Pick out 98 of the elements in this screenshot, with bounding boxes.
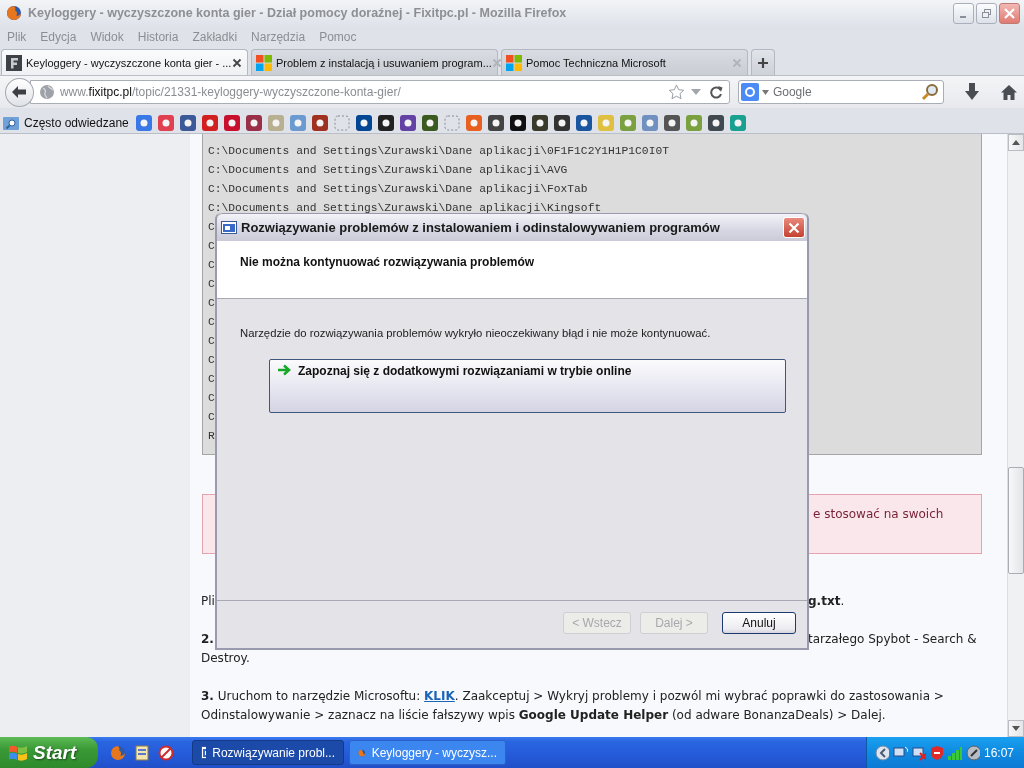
favicon-icon[interactable] bbox=[707, 114, 724, 131]
code-line: C:\Documents and Settings\Zurawski\Dane aplikacji\0F1F1C2Y1H1P1C0I0T bbox=[208, 144, 669, 159]
scroll-up-icon[interactable] bbox=[1012, 140, 1020, 145]
favicon-icon[interactable] bbox=[509, 114, 526, 131]
close-button[interactable] bbox=[999, 2, 1020, 24]
online-solutions-button[interactable]: Zapoznaj się z dodatkowymi rozwiązaniami w trybie online bbox=[269, 359, 786, 413]
menu-item[interactable]: Widok bbox=[85, 30, 130, 44]
new-tab-button[interactable] bbox=[751, 49, 775, 75]
link[interactable]: KLIK bbox=[424, 689, 455, 703]
favicon-icon[interactable] bbox=[531, 114, 548, 131]
favicon-icon[interactable] bbox=[487, 114, 504, 131]
dialog-title: Rozwiązywanie problemów z instalowaniem i odinstalowywaniem programów bbox=[241, 220, 721, 235]
menu-item[interactable]: Narzędzia bbox=[246, 30, 312, 44]
restore-button[interactable] bbox=[976, 2, 997, 24]
paragraph-text: 3. Uruchom to narzędzie Microsoftu: KLIK. Zaakceptuj > Wykryj problemy i pozwól mi wybrać poprawki do zastosowania > Odinstalowywanie > zaznacz na liście fałszywy wpis Google Update Helper (od adware BonanzaDeals) > Dalej. bbox=[201, 688, 945, 724]
code-line: C:\Documents and Settings\Zurawski\Dane aplikacji\AVG bbox=[208, 163, 568, 178]
dropdown-icon[interactable] bbox=[761, 89, 769, 95]
favicon-icon[interactable] bbox=[355, 114, 372, 131]
favicon-icon[interactable] bbox=[575, 114, 592, 131]
menu-item[interactable]: Pomoc bbox=[314, 30, 363, 44]
taskbar-button[interactable]: Keyloggery - wyczysz... bbox=[349, 740, 506, 765]
code-line: C:\Documents and Settings\Zurawski\Dane aplikacji\FoxTab bbox=[208, 182, 588, 197]
favicon-icon[interactable] bbox=[553, 114, 570, 131]
bookmarks-folder-icon[interactable] bbox=[3, 114, 19, 131]
favicon-icon[interactable] bbox=[179, 114, 196, 131]
chevron-icon[interactable] bbox=[875, 744, 890, 761]
clock: 16:07 bbox=[984, 745, 1015, 760]
start-button[interactable]: Start bbox=[0, 737, 98, 768]
code-line: R bbox=[208, 429, 215, 444]
browser-tab[interactable]: Pomoc Techniczna Microsoft bbox=[501, 49, 748, 75]
menu-item[interactable]: Plik bbox=[2, 30, 33, 44]
address-field[interactable]: www.fixitpc.pl/topic/21331-keyloggery-wyczyszczone-konta-gier/ bbox=[29, 80, 730, 104]
scrollbar-thumb[interactable] bbox=[1008, 467, 1024, 574]
home-icon[interactable] bbox=[1000, 83, 1018, 101]
globe-icon bbox=[38, 84, 55, 100]
favicon-icon bbox=[256, 54, 272, 71]
search-engine-icon[interactable] bbox=[740, 83, 759, 101]
favicon-icon bbox=[506, 54, 522, 71]
plus-icon[interactable] bbox=[757, 56, 769, 69]
taskbar-button[interactable]: Rozwiązywanie probl... bbox=[192, 740, 344, 765]
back-arrow-icon[interactable] bbox=[11, 85, 28, 99]
favicon-icon[interactable] bbox=[377, 114, 394, 131]
speaker-icon[interactable] bbox=[965, 744, 980, 761]
minimize-button[interactable] bbox=[953, 2, 974, 24]
favicon-icon[interactable] bbox=[311, 114, 328, 131]
close-icon[interactable] bbox=[232, 57, 242, 68]
code-line: C bbox=[208, 410, 215, 425]
dialog-heading: Nie można kontynuować rozwiązywania problemów bbox=[240, 255, 535, 269]
menu-item[interactable]: Historia bbox=[132, 30, 185, 44]
back-button[interactable] bbox=[5, 77, 34, 107]
flag-icon[interactable] bbox=[8, 743, 28, 762]
favicon-icon[interactable] bbox=[663, 114, 680, 131]
code-line: C bbox=[208, 258, 215, 273]
favicon-icon[interactable] bbox=[245, 114, 262, 131]
star-icon[interactable] bbox=[667, 84, 685, 100]
browser-tab[interactable]: Problem z instalacją i usuwaniem program... bbox=[251, 49, 498, 75]
code-line: C bbox=[208, 334, 215, 349]
paragraph-text: tarzałego Spybot - Search & bbox=[808, 631, 977, 648]
dialog-message: Narzędzie do rozwiązywania problemów wykryło nieoczekiwany błąd i nie może kontynuować. bbox=[240, 327, 712, 339]
window-title: Keyloggery - wyczyszczone konta gier - Dział pomocy doraźnej - Fixitpc.pl - Mozilla Firefox bbox=[28, 6, 568, 20]
code-line: C bbox=[208, 239, 215, 254]
favicon-icon bbox=[6, 54, 22, 71]
blocked-circle-icon[interactable] bbox=[158, 744, 174, 761]
paragraph-text: Pli bbox=[201, 593, 215, 610]
scrollbar[interactable] bbox=[1007, 134, 1024, 737]
dialog-button[interactable]: Anuluj bbox=[722, 611, 796, 634]
network-error-icon[interactable] bbox=[911, 744, 927, 761]
browser-icon bbox=[6, 5, 22, 21]
paragraph-text: Destroy. bbox=[201, 650, 251, 667]
step-number: 2. bbox=[201, 631, 214, 648]
menu-item[interactable]: Zakładki bbox=[187, 30, 244, 44]
arrow-icon bbox=[277, 364, 291, 376]
code-line: C bbox=[208, 372, 215, 387]
menu-item[interactable]: Edycja bbox=[35, 30, 83, 44]
bookmarks-folder[interactable]: Często odwiedzane bbox=[24, 115, 129, 130]
restore-icon[interactable] bbox=[981, 7, 992, 19]
shield-icon[interactable] bbox=[930, 744, 944, 761]
code-line: C bbox=[208, 277, 215, 292]
window-icon bbox=[221, 220, 237, 235]
search-bar[interactable]: Google bbox=[737, 80, 945, 104]
code-line: C bbox=[208, 296, 215, 311]
browser-tab[interactable]: Keyloggery - wyczyszczone konta gier - ... bbox=[1, 49, 248, 75]
document-icon[interactable] bbox=[134, 744, 150, 761]
code-line: C bbox=[208, 220, 215, 235]
code-line: C bbox=[208, 353, 215, 368]
search-field[interactable]: Google bbox=[772, 85, 922, 99]
code-line: C bbox=[208, 391, 215, 406]
paragraph-text: g.txt. bbox=[808, 593, 845, 610]
code-line: C:\Documents and Settings\Zurawski\Dane aplikacji\Kingsoft bbox=[208, 201, 602, 216]
warning-text: e stosować na swoich bbox=[813, 507, 944, 521]
code-line: C bbox=[208, 315, 215, 330]
window-icon bbox=[201, 745, 207, 760]
reload-icon[interactable] bbox=[708, 85, 723, 99]
download-icon[interactable] bbox=[964, 83, 981, 101]
search-icon[interactable] bbox=[921, 83, 940, 101]
scroll-down-icon[interactable] bbox=[1012, 726, 1020, 731]
favicon-icon[interactable] bbox=[399, 114, 416, 131]
favicon-icon[interactable] bbox=[421, 114, 438, 131]
